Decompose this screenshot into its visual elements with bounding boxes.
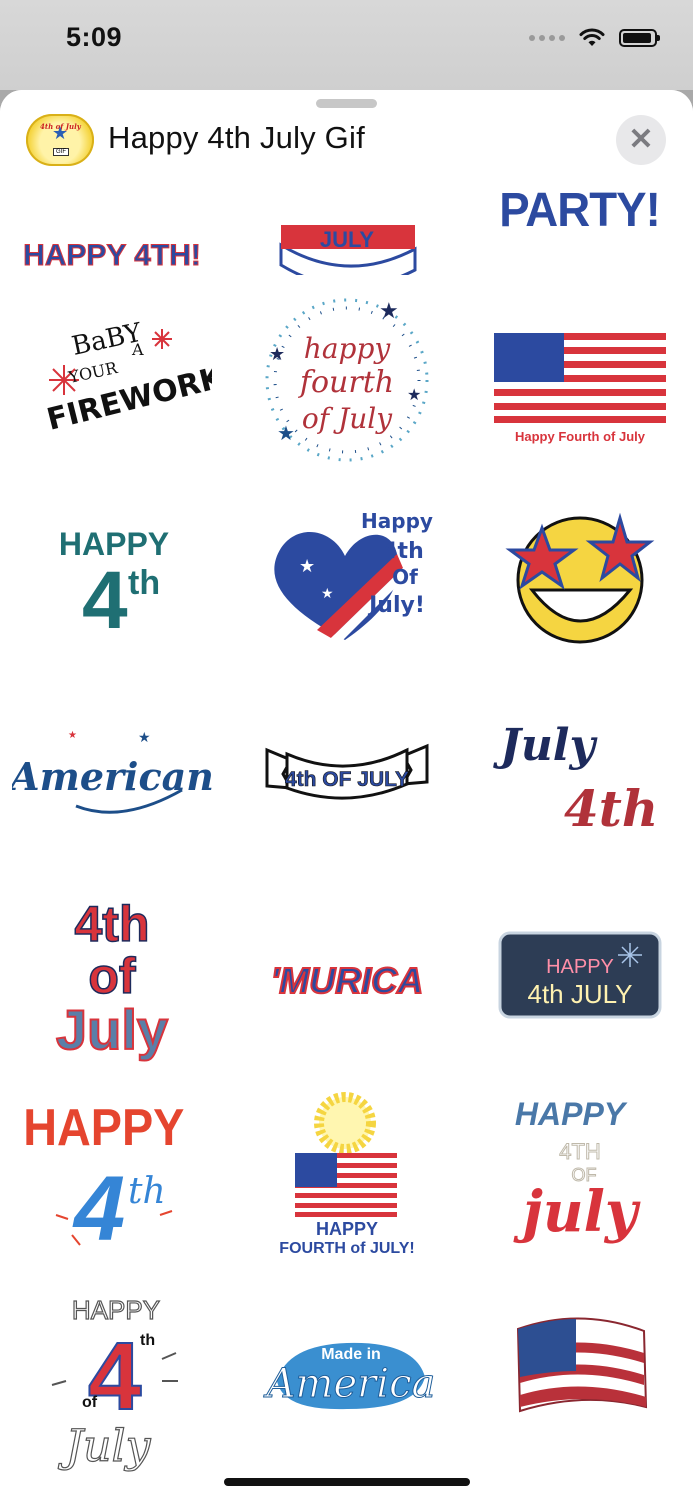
sticker-word: July: [493, 720, 599, 771]
home-indicator[interactable]: [224, 1478, 470, 1486]
sticker-flag-sun-happy-fourth[interactable]: HAPPY FOURTH of JULY!: [247, 1085, 447, 1275]
wifi-icon: [579, 28, 605, 46]
sticker-word: A: [131, 340, 144, 359]
sticker-word: Happy: [361, 509, 433, 533]
sticker-word: th: [140, 1332, 155, 1349]
sticker-text: 4th OF JULY: [285, 768, 409, 791]
sticker-word: HAPPY: [316, 1219, 378, 1239]
sticker-word: FOURTH of JULY!: [279, 1240, 414, 1257]
sticker-text: Happy Fourth of July: [515, 429, 646, 444]
sticker-word: of July: [302, 402, 393, 435]
sticker-word: July: [56, 998, 168, 1061]
svg-text:★: ★: [299, 556, 315, 576]
sticker-word: 4: [82, 555, 128, 646]
sticker-text: HAPPY 4TH!: [23, 239, 201, 272]
sticker-word: YOUR: [66, 358, 120, 387]
sticker-word: 4th: [75, 896, 150, 952]
status-icons: [529, 28, 660, 48]
svg-text:★: ★: [321, 585, 334, 601]
sticker-word: 4th JULY: [527, 979, 632, 1009]
sticker-happy-fourth-wreath[interactable]: ★ ★ ★ ★ happy fourth of July: [247, 290, 447, 470]
sticker-word: Of: [392, 565, 418, 589]
sticker-word: HAPPY: [546, 956, 614, 978]
sticker-happy-4th-teal[interactable]: HAPPY 4 th: [12, 490, 212, 660]
sticker-word: 4: [88, 1323, 141, 1430]
sticker-happy-4th-red-blue[interactable]: HAPPY 4 th: [12, 1085, 212, 1275]
sticker-happy-4th-of-july-script[interactable]: HAPPY 4TH OF july: [480, 1085, 680, 1275]
sticker-july-4th-script[interactable]: July 4th: [480, 690, 680, 860]
sticker-american[interactable]: ★ ★ American: [12, 690, 212, 860]
star-icon: ★: [52, 123, 69, 143]
sticker-sheet: HAPPY 4TH! JULY PARTY! BaBY YOUR A FIREW…: [0, 90, 693, 1500]
sticker-waving-us-flag[interactable]: [480, 1285, 680, 1475]
sticker-word: fourth: [298, 365, 394, 400]
sticker-word: july: [513, 1179, 641, 1245]
sticker-text: 'MURICA: [271, 960, 424, 1001]
sticker-4th-of-july-flag-letters[interactable]: 4th of July: [12, 885, 212, 1075]
svg-text:★: ★: [277, 423, 295, 445]
sticker-word: July!: [367, 593, 425, 618]
sticker-murica[interactable]: 'MURICA: [247, 885, 447, 1075]
signal-dots-icon: [529, 35, 565, 41]
svg-text:★: ★: [407, 387, 421, 404]
svg-text:★: ★: [138, 729, 151, 745]
sticker-word: of: [88, 948, 136, 1004]
sticker-word: HAPPY: [515, 1096, 628, 1132]
svg-text:★: ★: [269, 344, 285, 364]
svg-text:★: ★: [379, 298, 399, 323]
sticker-word: HAPPY: [72, 1295, 160, 1325]
app-icon-badge: GIF: [53, 148, 69, 156]
sticker-word: 4TH: [559, 1139, 601, 1164]
sticker-4th-of-july-banner[interactable]: 4th OF JULY: [247, 690, 447, 860]
sticker-us-flag-fourth[interactable]: Happy Fourth of July: [480, 295, 680, 465]
sticker-neon-happy-4th-july[interactable]: HAPPY 4th JULY: [480, 885, 680, 1075]
sticker-word: happy: [304, 332, 392, 365]
battery-icon: [619, 29, 660, 47]
sheet-title: Happy 4th July Gif: [108, 120, 365, 155]
sticker-word: 4th: [382, 539, 424, 564]
status-bar: 5:09: [0, 0, 693, 90]
sticker-word: HAPPY: [23, 1099, 184, 1157]
status-time: 5:09: [66, 22, 123, 52]
close-button[interactable]: ✕: [616, 115, 666, 165]
sheet-header: 4th of July ★ GIF Happy 4th July Gif ✕: [0, 90, 693, 186]
sticker-word: th: [128, 564, 160, 602]
sticker-text: PARTY!: [499, 183, 662, 237]
sticker-text: American: [12, 754, 212, 799]
app-icon: 4th of July ★ GIF: [26, 114, 94, 166]
sticker-text: JULY: [320, 227, 375, 252]
sticker-word: th: [128, 1171, 166, 1212]
sticker-made-in-america[interactable]: Made in America: [247, 1285, 447, 1475]
sticker-baby-firework[interactable]: BaBY YOUR A FIREWORK: [12, 295, 212, 465]
sticker-heart-happy-4th[interactable]: ★ ★ Happy 4th Of July!: [247, 490, 447, 660]
sticker-word: America: [263, 1361, 436, 1407]
sticker-word: July: [58, 1421, 152, 1472]
close-icon: ✕: [628, 123, 654, 156]
sticker-happy-4th-of-july-outline[interactable]: HAPPY 4 th of July: [12, 1285, 212, 1475]
sheet-grabber[interactable]: [316, 99, 377, 108]
svg-text:★: ★: [68, 730, 77, 741]
sticker-word: of: [82, 1394, 98, 1411]
sticker-star-eyes-emoji[interactable]: [480, 490, 680, 660]
sticker-word: 4th: [564, 779, 658, 838]
